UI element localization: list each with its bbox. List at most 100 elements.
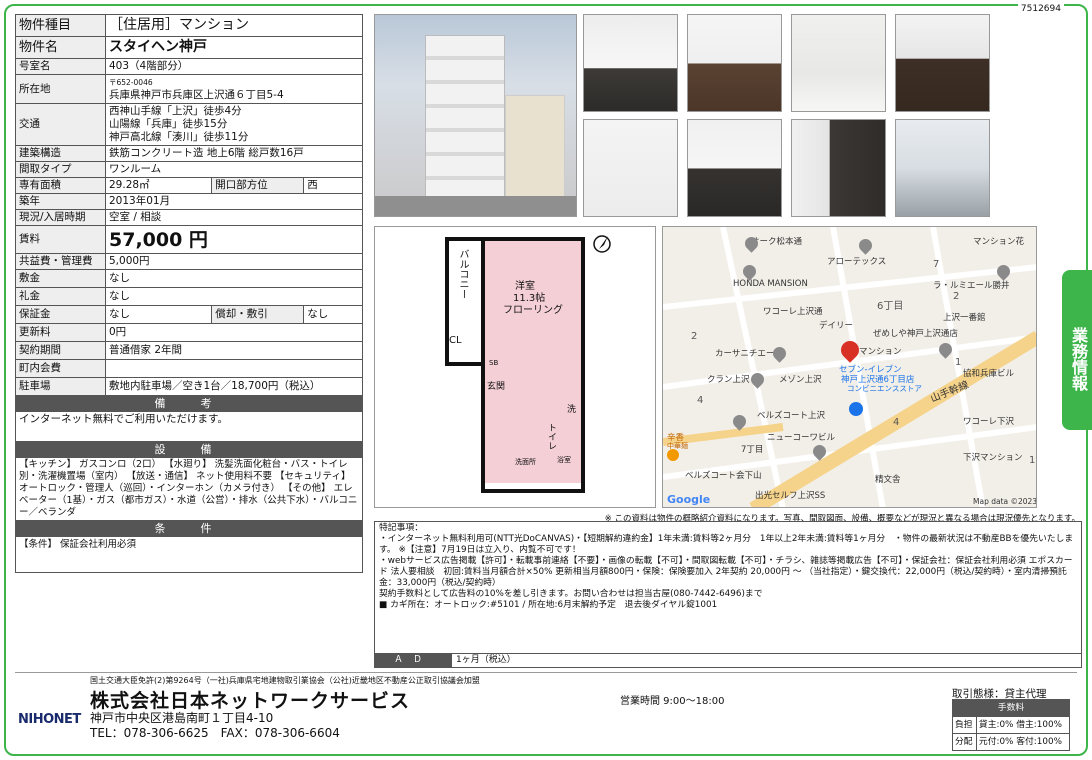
access-label: 交通 xyxy=(15,103,106,146)
room-value: 403（4階部分） xyxy=(105,58,363,75)
map-label: 中華麺 xyxy=(667,442,688,450)
location-map[interactable]: オーク松本通 マンション花 アローテックス HONDA MANSION ラ・ルミ… xyxy=(662,226,1037,508)
company-address: 神戸市中央区港島南町１丁目4-10 xyxy=(90,711,274,725)
room-label: 号室名 xyxy=(15,58,106,75)
split-label: 分配 xyxy=(952,733,977,751)
built-label: 築年 xyxy=(15,193,106,210)
footer-divider xyxy=(15,672,1077,673)
block-number: 1 xyxy=(1029,455,1036,466)
floor-plan[interactable]: バルコニー 洋室 11.3帖 フローリング CL SB 玄関 洗 トイレ 浴室 … xyxy=(374,226,656,508)
remarks-header: 備 考 xyxy=(15,395,363,412)
guarantee-label: 保証金 xyxy=(15,305,106,324)
vanity-photo[interactable] xyxy=(895,14,990,112)
access-line: 山陽線「兵庫」徒歩15分 xyxy=(109,118,228,130)
closet-photo[interactable] xyxy=(791,119,886,217)
map-label: 精文舎 xyxy=(875,475,901,485)
map-label: コンビニエンスストア xyxy=(847,384,922,393)
map-label: ラ・ルミエール勝井 xyxy=(933,281,1010,291)
bath-label: 浴室 xyxy=(557,456,571,464)
company-phone: TEL：078-306-6625 FAX：078-306-6604 xyxy=(90,726,340,740)
split-value: 元付:0% 客付:100% xyxy=(975,733,1071,751)
location-value: 〒652-0046 兵庫県神戸市兵庫区上沢通６丁目5-4 xyxy=(105,74,363,104)
toilet-label: トイレ xyxy=(546,423,556,450)
company-name: 株式会社日本ネットワークサービス xyxy=(90,690,411,712)
document-id: 7512694 xyxy=(1017,4,1064,14)
map-label: デイリー xyxy=(819,321,854,331)
room-photo[interactable] xyxy=(583,14,678,112)
name-label: 物件名 xyxy=(15,36,106,59)
washroom-label: 洗面所 xyxy=(515,458,536,466)
renewal-value: 0円 xyxy=(105,323,363,342)
license-text: 国土交通大臣免許(2)第9264号（一社)兵庫県宅地建物取引業協会（公社)近畿地… xyxy=(90,676,480,685)
ad-value: 1ヶ月（税込） xyxy=(451,654,516,667)
special-line: 契約手数料として広告料の10%を差し引きます。お問い合わせは担当古屋(080-7… xyxy=(379,589,763,599)
address: 兵庫県神戸市兵庫区上沢通６丁目5-4 xyxy=(109,89,284,101)
contract-label: 契約期間 xyxy=(15,341,106,360)
equipment-body: 【キッチン】 ガスコンロ（2口） 【水廻り】 洗髪洗面化粧台・バス・トイレ別・洗… xyxy=(15,457,363,521)
neighbor-building xyxy=(505,95,565,205)
map-label: ぜめしや神戸上沢通店 xyxy=(873,329,958,339)
building-facade xyxy=(425,35,505,205)
toilet-photo[interactable] xyxy=(583,119,678,217)
type-label: 物件種目 xyxy=(15,14,106,37)
company-logo: NIHONET xyxy=(18,712,81,727)
block-number: 2 xyxy=(953,291,960,302)
block-number: 7 xyxy=(933,259,940,270)
burden-label: 負担 xyxy=(952,716,977,734)
block-number: 2 xyxy=(691,331,698,342)
special-line: ・インターネット無料利用可(NTT光DoCANVAS)・【短期解約違約金】1年未… xyxy=(379,534,1074,555)
rent-label: 賃料 xyxy=(15,225,106,254)
access-line: 西神山手線「上沢」徒歩4分 xyxy=(109,105,242,117)
rent-value: 57,000 円 xyxy=(105,225,363,254)
map-label: ニューコーワビル xyxy=(767,433,836,443)
map-label: 上沢一番館 xyxy=(943,313,986,323)
map-label: ワコーレ上沢通 xyxy=(763,307,823,317)
closet-label: CL xyxy=(449,335,462,346)
property-table: 物件種目 ［住居用］マンション 物件名 スタイヘン神戸 号室名 403（4階部分） 所… xyxy=(15,14,363,573)
commission-table: 手数料 負担 貸主:0% 借主:100% 分配 元付:0% 客付:100% xyxy=(952,699,1071,751)
map-label: HONDA MANSION xyxy=(733,279,808,289)
business-info-tab[interactable]: 業務情報 xyxy=(1062,270,1092,430)
kitchen-photo[interactable] xyxy=(687,14,782,112)
block-number: 4 xyxy=(697,395,704,406)
conditions-header: 条 件 xyxy=(15,520,363,537)
deposit-label: 敷金 xyxy=(15,269,106,288)
structure-label: 建築構造 xyxy=(15,145,106,162)
wall xyxy=(445,362,485,366)
deposit-value: なし xyxy=(105,269,363,288)
renewal-label: 更新料 xyxy=(15,323,106,342)
bathroom-photo[interactable] xyxy=(791,14,886,112)
map-label: ベルズコート会下山 xyxy=(685,471,762,481)
guarantee-value: なし xyxy=(104,305,213,324)
map-label: クラン上沢 xyxy=(707,375,750,385)
burden-value: 貸主:0% 借主:100% xyxy=(975,716,1071,734)
building-photo[interactable] xyxy=(374,14,577,217)
special-title: 特記事項： xyxy=(379,523,423,533)
commission-header: 手数料 xyxy=(952,699,1070,717)
map-label: メゾン上沢 xyxy=(779,375,822,385)
balcony-photo[interactable] xyxy=(895,119,990,217)
map-label: ワコーレ下沢 xyxy=(963,417,1015,427)
amort-label: 償却・敷引 xyxy=(211,305,305,324)
parking-label: 駐車場 xyxy=(15,377,106,396)
parking-value: 敷地内駐車場／空き1台／18,700円（税込） xyxy=(105,377,363,396)
fee-label: 共益費・管理費 xyxy=(15,253,106,270)
room-photo-2[interactable] xyxy=(687,119,782,217)
location-label: 所在地 xyxy=(15,74,106,104)
structure-value: 鉄筋コンクリート造 地上6階 総戸数16戸 xyxy=(105,145,363,162)
fee-value: 5,000円 xyxy=(105,253,363,270)
contract-value: 普通借家 2年間 xyxy=(105,341,363,360)
map-label: カーサニチエー xyxy=(715,349,775,359)
map-label: オーク松本通 xyxy=(751,237,803,247)
special-line: ・webサービス広告掲載【許可】・転載事前連絡【不要】・画像の転載【不可】・間取… xyxy=(379,556,1073,588)
key-money-value: なし xyxy=(105,287,363,306)
map-label: 出光セルフ上沢SS xyxy=(755,491,826,501)
shoebox-label: SB xyxy=(489,359,499,367)
postal-code: 〒652-0046 xyxy=(109,78,153,87)
town-fee-label: 町内会費 xyxy=(15,359,106,378)
special-remarks-text: 特記事項： ・インターネット無料利用可(NTT光DoCANVAS)・【短期解約違… xyxy=(375,522,1081,612)
special-remarks: 特記事項： ・インターネット無料利用可(NTT光DoCANVAS)・【短期解約違… xyxy=(374,521,1082,668)
map-label: 7丁目 xyxy=(741,445,764,455)
conditions-body: 【条件】 保証会社利用必須 xyxy=(15,536,363,573)
google-logo: Google xyxy=(667,493,711,506)
